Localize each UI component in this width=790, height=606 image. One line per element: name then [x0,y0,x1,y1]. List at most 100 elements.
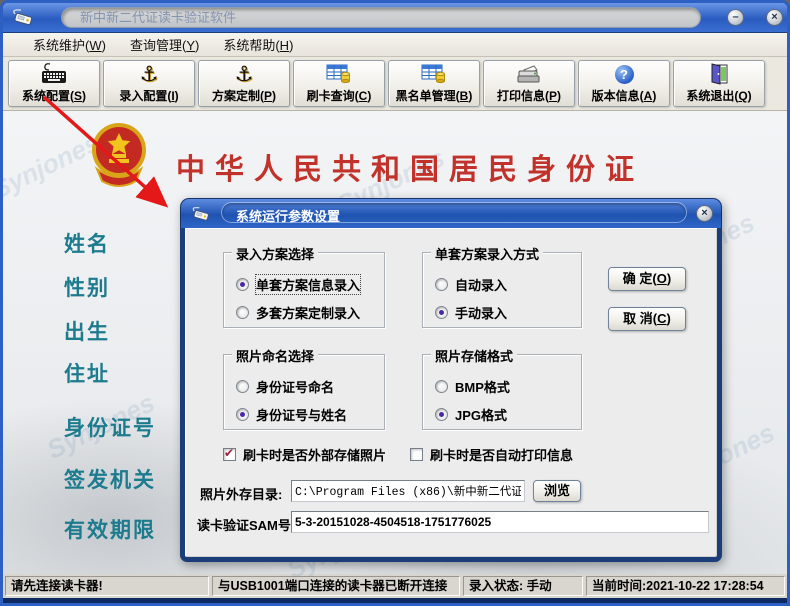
close-button[interactable]: × [766,9,783,26]
radio-icon[interactable] [435,380,448,393]
group-entry-scheme: 录入方案选择 单套方案信息录入 多套方案定制录入 [223,252,385,328]
sam-label: 读卡验证SAM号 [197,515,291,534]
group-title: 单套方案录入方式 [431,244,543,263]
checkbox-label: 刷卡时是否自动打印信息 [430,445,573,464]
toolbar-label: 黑名单管理(B) [396,87,473,104]
radio-icon[interactable] [236,278,249,291]
toolbar-button-entry-config[interactable]: ⚓ 录入配置(I) [103,60,195,107]
status-current-time: 当前时间:2021-10-22 17:28:54 [586,576,785,596]
status-connect-prompt: 请先连接读卡器! [5,576,209,596]
window-title: 新中新二代证读卡验证软件 [80,10,236,25]
national-emblem [88,121,150,191]
radio-name-by-id[interactable]: 身份证号命名 [236,377,334,396]
keyboard-icon [41,61,67,87]
field-label-valid-period: 有效期限 [64,514,156,544]
checkbox-icon[interactable] [223,448,236,461]
dialog-title-bar: 系统运行参数设置 × [180,198,722,228]
toolbar-label: 方案定制(P) [212,87,276,104]
radio-icon[interactable] [435,306,448,319]
status-entry-mode: 录入状态: 手动 [463,576,583,596]
field-label-birth: 出生 [64,316,110,346]
toolbar-button-scheme-customize[interactable]: ⚓ 方案定制(P) [198,60,290,107]
radio-label: JPG格式 [455,405,507,424]
window-bottom-edge [3,598,787,603]
browse-button[interactable]: 浏览 [533,480,581,502]
ok-button[interactable]: 确 定(O) [608,267,686,291]
status-bar: 请先连接读卡器! 与USB1001端口连接的读卡器已断开连接 录入状态: 手动 … [3,574,787,598]
radio-label: 单套方案信息录入 [256,275,360,294]
table-database-icon [421,61,447,87]
anchor-icon: ⚓ [235,61,254,87]
radio-manual-entry[interactable]: 手动录入 [435,303,507,322]
radio-label: 手动录入 [455,303,507,322]
radio-label: 身份证号与姓名 [256,405,347,424]
field-label-address: 住址 [64,358,110,388]
cancel-button[interactable]: 取 消(C) [608,307,686,331]
toolbar-label: 录入配置(I) [119,87,178,104]
menu-item-system-maintenance[interactable]: 系统维护(W) [33,35,106,54]
dialog-close-button[interactable]: × [696,205,713,222]
menu-item-system-help[interactable]: 系统帮助(H) [223,35,293,54]
card-reader-icon [190,206,212,223]
anchor-icon: ⚓ [140,61,159,87]
question-icon: ? [615,61,634,87]
title-bar: 新中新二代证读卡验证软件 – × [3,3,787,33]
radio-icon[interactable] [435,408,448,421]
radio-icon[interactable] [236,380,249,393]
photo-dir-input[interactable] [291,480,525,502]
toolbar: 系统配置(S) ⚓ 录入配置(I) ⚓ 方案定制(P) 刷卡查询(C) [3,57,787,111]
group-entry-mode: 单套方案录入方式 自动录入 手动录入 [422,252,582,328]
menu-item-query-management[interactable]: 查询管理(Y) [130,35,199,54]
group-title: 照片命名选择 [232,346,318,365]
radio-label: BMP格式 [455,377,510,396]
radio-single-scheme-entry[interactable]: 单套方案信息录入 [236,275,360,294]
status-port-message: 与USB1001端口连接的读卡器已断开连接 [212,576,460,596]
radio-label: 多套方案定制录入 [256,303,360,322]
checkbox-store-photo-externally[interactable]: 刷卡时是否外部存储照片 [223,445,386,464]
checkbox-auto-print-info[interactable]: 刷卡时是否自动打印信息 [410,445,573,464]
radio-name-by-id-and-name[interactable]: 身份证号与姓名 [236,405,347,424]
field-label-issue-org: 签发机关 [64,464,156,494]
table-database-icon [326,61,352,87]
group-photo-format: 照片存储格式 BMP格式 JPG格式 [422,354,582,430]
checkbox-icon[interactable] [410,448,423,461]
card-heading: 中华人民共和国居民身份证 [176,146,644,188]
exit-door-icon [707,61,731,87]
toolbar-button-version-info[interactable]: ? 版本信息(A) [578,60,670,107]
radio-label: 自动录入 [455,275,507,294]
field-label-sex: 性别 [64,272,110,302]
window-title-pill: 新中新二代证读卡验证软件 [61,7,701,28]
card-reader-icon [11,8,35,28]
photo-dir-label: 照片外存目录: [200,484,282,503]
radio-icon[interactable] [236,306,249,319]
minimize-button[interactable]: – [727,9,744,26]
checkbox-label: 刷卡时是否外部存储照片 [243,445,386,464]
radio-multi-scheme-entry[interactable]: 多套方案定制录入 [236,303,360,322]
menu-bar: 系统维护(W) 查询管理(Y) 系统帮助(H) [3,33,787,57]
toolbar-button-system-exit[interactable]: 系统退出(Q) [673,60,765,107]
group-photo-naming: 照片命名选择 身份证号命名 身份证号与姓名 [223,354,385,430]
radio-icon[interactable] [435,278,448,291]
toolbar-label: 版本信息(A) [592,87,657,104]
settings-dialog: 系统运行参数设置 × 录入方案选择 单套方案信息录入 多套方案定制录入 单套方案… [180,198,722,562]
toolbar-button-blacklist-management[interactable]: 黑名单管理(B) [388,60,480,107]
dialog-body: 录入方案选择 单套方案信息录入 多套方案定制录入 单套方案录入方式 自动录入 [180,228,722,562]
radio-icon[interactable] [236,408,249,421]
app-window: 新中新二代证读卡验证软件 – × 系统维护(W) 查询管理(Y) 系统帮助(H) [0,0,790,606]
toolbar-button-swipe-query[interactable]: 刷卡查询(C) [293,60,385,107]
radio-label: 身份证号命名 [256,377,334,396]
radio-jpg-format[interactable]: JPG格式 [435,405,507,424]
group-title: 录入方案选择 [232,244,318,263]
printer-icon [516,61,542,87]
radio-auto-entry[interactable]: 自动录入 [435,275,507,294]
sam-input[interactable] [291,511,709,533]
group-title: 照片存储格式 [431,346,517,365]
dialog-title: 系统运行参数设置 [236,206,340,225]
toolbar-label: 系统退出(Q) [686,87,751,104]
toolbar-label: 打印信息(P) [497,87,561,104]
toolbar-button-system-config[interactable]: 系统配置(S) [8,60,100,107]
toolbar-label: 系统配置(S) [22,87,86,104]
radio-bmp-format[interactable]: BMP格式 [435,377,510,396]
toolbar-button-print-info[interactable]: 打印信息(P) [483,60,575,107]
field-label-name: 姓名 [64,228,110,258]
